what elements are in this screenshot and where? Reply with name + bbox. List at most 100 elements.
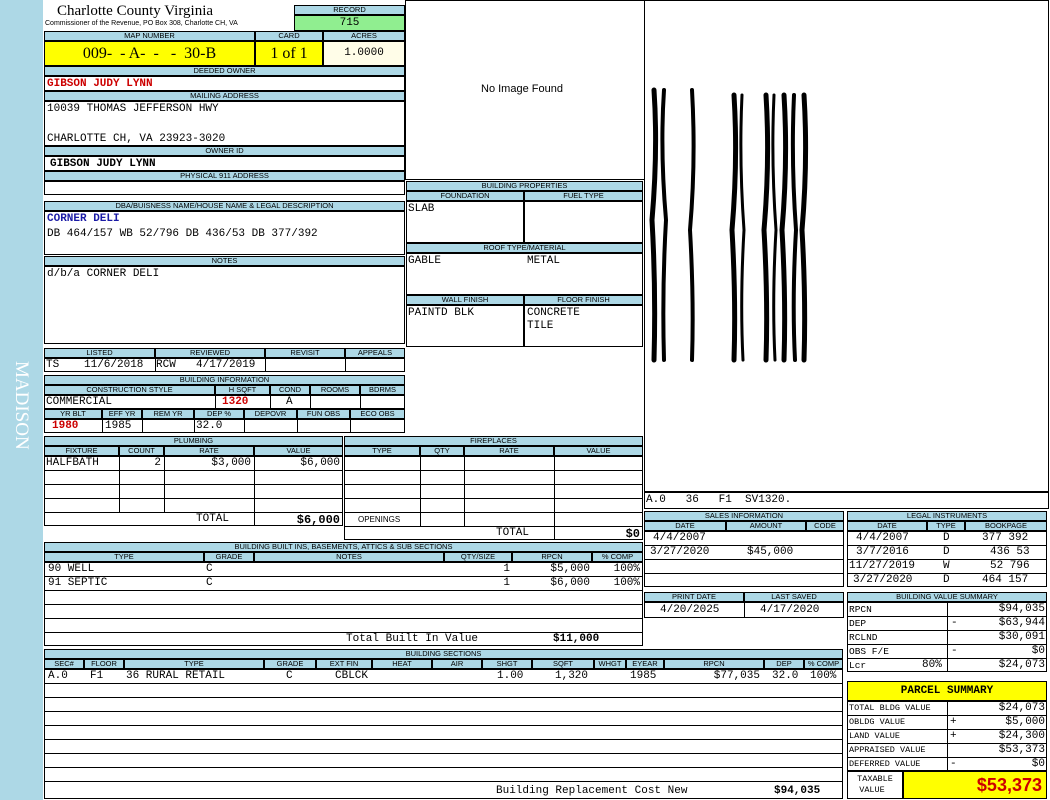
legal-book-3: 52 796: [990, 560, 1030, 572]
plumbing-count: 2: [154, 457, 161, 469]
fire-col-qty: QTY: [420, 446, 464, 456]
dba-name: CORNER DELI: [47, 213, 120, 225]
sec-col-eyear: EYEAR: [626, 659, 664, 669]
sections-rowline: [44, 739, 843, 740]
foundation-label: FOUNDATION: [406, 191, 524, 201]
sales-col-code: CODE: [806, 521, 844, 531]
sec-col-sqft: SQFT: [532, 659, 594, 669]
reviewed-date: 4/17/2019: [196, 359, 256, 371]
sales-rowline: [644, 559, 844, 560]
roof-type: GABLE: [408, 255, 442, 267]
bvs-label-obs: OBS F/E: [849, 646, 889, 657]
sections-rowline: [44, 767, 843, 768]
print-divider: [744, 602, 745, 618]
mailing-line2: CHARLOTTE CH, VA 23923-3020: [47, 133, 226, 145]
parcel-op-deferred: -: [950, 758, 957, 770]
bvs-value-obs: $0: [1031, 645, 1045, 657]
sec-col-air: AIR: [432, 659, 482, 669]
sec-sqft: 1,320: [555, 670, 589, 682]
legal-date-2: 3/7/2016: [856, 546, 909, 558]
sketch-drawing: [649, 87, 809, 363]
listed-label: LISTED: [44, 348, 155, 358]
fire-openings-label: OPENINGS: [358, 515, 401, 524]
sec-col-rpcn: RPCN: [664, 659, 764, 669]
fuel-label: FUEL TYPE: [524, 191, 643, 201]
parcel-label-deferred: DEFERRED VALUE: [849, 759, 921, 769]
bp-title: BUILDING PROPERTIES: [406, 181, 643, 191]
bi-divider: [310, 395, 311, 409]
taxable-label-1: TAXABLE: [857, 774, 893, 784]
taxable-value: $53,373: [903, 771, 1047, 799]
card-label: CARD: [255, 31, 323, 41]
builtin-grade-1: C: [206, 563, 213, 575]
bvs-pct-lcr: 80%: [922, 659, 942, 671]
parcel-label-obldg: OBLDG VALUE: [849, 717, 906, 727]
appeals-label: APPEALS: [345, 348, 405, 358]
legal-date-4: 3/27/2020: [853, 574, 913, 586]
sec-col-extfin: EXT FIN: [316, 659, 372, 669]
bvs-op-obs: -: [951, 645, 958, 657]
bi-divider: [142, 419, 143, 433]
plumbing-value: $6,000: [300, 457, 340, 469]
plumbing-col-count: COUNT: [119, 446, 164, 456]
rooms-label: ROOMS: [310, 385, 360, 395]
plumbing-rowline: [44, 470, 343, 471]
mailing-label: MAILING ADDRESS: [44, 91, 405, 101]
fire-col-type: TYPE: [344, 446, 420, 456]
fuel-box: [524, 201, 643, 243]
legal-type-4: D: [943, 574, 950, 586]
remyr-label: REM YR: [142, 409, 194, 419]
side-label: MADISON: [11, 360, 32, 450]
floor-value-2: TILE: [527, 320, 554, 332]
bi-divider: [215, 395, 216, 409]
parcel-label-land: LAND VALUE: [849, 731, 901, 741]
sec-col-heat: HEAT: [372, 659, 432, 669]
legal-title: LEGAL INSTRUMENTS: [847, 511, 1047, 521]
fire-col-value: VALUE: [554, 446, 643, 456]
builtins-col-comp: % COMP: [592, 552, 643, 562]
plumbing-rate: $3,000: [211, 457, 251, 469]
owner-id: GIBSON JUDY LYNN: [50, 158, 156, 170]
sec-shgt: 1.00: [497, 670, 524, 682]
fire-divider: [420, 456, 421, 526]
bi-divider: [270, 395, 271, 409]
plumbing-rowline: [44, 484, 343, 485]
yrblt-label: YR BLT: [44, 409, 102, 419]
sections-grid: [44, 669, 843, 799]
yrblt-value: 1980: [52, 420, 79, 432]
roof-material: METAL: [527, 255, 561, 267]
listed-divider: [265, 358, 266, 372]
sales-date-2: 3/27/2020: [650, 546, 710, 558]
fire-rowline: [344, 470, 643, 471]
bvs-label-dep: DEP: [849, 618, 867, 629]
builtin-qty-1: 1: [503, 563, 510, 575]
parcel-label-bldg: TOTAL BLDG VALUE: [849, 703, 931, 713]
bi-divider: [194, 419, 195, 433]
effyr-label: EFF YR: [102, 409, 142, 419]
legal-book-4: 464 157: [982, 574, 1029, 586]
sales-date-1: 4/4/2007: [653, 532, 706, 544]
bvs-label-rpcn: RPCN: [849, 604, 872, 615]
ecoobs-label: ECO OBS: [350, 409, 405, 419]
owner-id-label: OWNER ID: [44, 146, 405, 156]
sec-dep: 32.0: [772, 670, 799, 682]
bvs-op-dep: -: [951, 617, 958, 629]
sales-col-date: DATE: [644, 521, 726, 531]
acres-label: ACRES: [323, 31, 405, 41]
sales-col-amount: AMOUNT: [726, 521, 806, 531]
builtins-col-notes: NOTES: [254, 552, 444, 562]
notes-text: d/b/a CORNER DELI: [47, 268, 160, 280]
fire-divider: [464, 456, 465, 526]
print-date-label: PRINT DATE: [644, 592, 744, 602]
sec-type: 36 RURAL RETAIL: [126, 670, 226, 682]
plumbing-total: $6,000: [296, 513, 340, 527]
bvs-divider: [947, 602, 948, 672]
plumbing-col-value: VALUE: [254, 446, 343, 456]
builtins-col-rpcn: RPCN: [512, 552, 592, 562]
floor-label: FLOOR FINISH: [524, 295, 643, 305]
hsqft-label: H SQFT: [215, 385, 270, 395]
wall-label: WALL FINISH: [406, 295, 524, 305]
plumbing-rowline: [44, 498, 343, 499]
sec-floor: F1: [90, 670, 104, 682]
sec-col-whgt: WHGT: [594, 659, 626, 669]
